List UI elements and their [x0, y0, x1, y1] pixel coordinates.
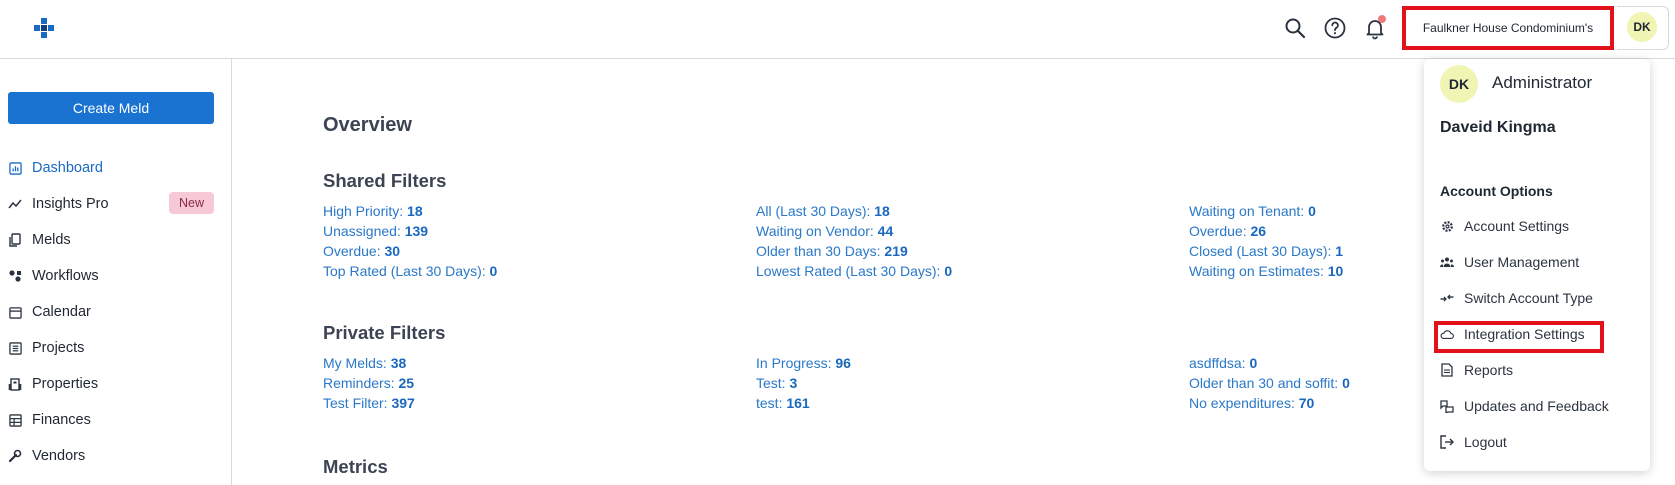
- menu-item-account-settings[interactable]: Account Settings: [1440, 215, 1569, 237]
- menu-item-logout[interactable]: Logout: [1440, 431, 1507, 453]
- feedback-icon: [1440, 399, 1454, 413]
- search-icon[interactable]: [1283, 16, 1307, 40]
- sidebar-item-label: Dashboard: [32, 160, 103, 176]
- sidebar-item-properties[interactable]: Properties: [8, 372, 214, 396]
- filter-link[interactable]: All (Last 30 Days): 18: [756, 203, 890, 219]
- sidebar-item-projects[interactable]: Projects: [8, 336, 214, 360]
- logout-icon: [1440, 435, 1454, 449]
- metrics-heading: Metrics: [323, 456, 388, 477]
- sidebar-item-vendors[interactable]: Vendors: [8, 444, 214, 468]
- new-badge: New: [168, 192, 214, 214]
- filter-link[interactable]: Older than 30 and soffit: 0: [1189, 375, 1350, 391]
- filter-link[interactable]: Top Rated (Last 30 Days): 0: [323, 263, 497, 279]
- properties-icon: [8, 377, 22, 391]
- sidebar-item-label: Finances: [32, 412, 91, 428]
- projects-icon: [8, 341, 22, 355]
- menu-item-label: Reports: [1464, 362, 1514, 378]
- dropdown-avatar: DK: [1440, 65, 1478, 103]
- private-filters-heading: Private Filters: [323, 322, 446, 343]
- users-icon: [1440, 255, 1454, 269]
- account-options-heading: Account Options: [1440, 183, 1553, 199]
- workflows-icon: [8, 269, 22, 283]
- filter-link[interactable]: High Priority: 18: [323, 203, 423, 219]
- filter-link[interactable]: Older than 30 Days: 219: [756, 243, 908, 259]
- dashboard-icon: [8, 161, 22, 175]
- filter-link[interactable]: Overdue: 30: [323, 243, 400, 259]
- menu-item-label: Switch Account Type: [1464, 290, 1593, 306]
- menu-item-label: Updates and Feedback: [1464, 398, 1609, 414]
- user-role: Administrator: [1492, 73, 1593, 92]
- filter-link[interactable]: Closed (Last 30 Days): 1: [1189, 243, 1343, 259]
- account-switcher-button[interactable]: Faulkner House Condominium's: [1402, 6, 1614, 50]
- filter-link[interactable]: test: 161: [756, 395, 810, 411]
- overview-heading: Overview: [323, 114, 412, 136]
- menu-item-label: Logout: [1464, 434, 1507, 450]
- filter-link[interactable]: Test Filter: 397: [323, 395, 415, 411]
- sidebar-item-label: Melds: [32, 232, 71, 248]
- insights-icon: [8, 197, 22, 211]
- sidebar-item-workflows[interactable]: Workflows: [8, 264, 214, 288]
- gear-icon: [1440, 219, 1454, 233]
- sidebar-item-label: Vendors: [32, 448, 86, 464]
- filter-link[interactable]: Overdue: 26: [1189, 223, 1266, 239]
- user-name: Daveid Kingma: [1440, 119, 1556, 136]
- user-avatar[interactable]: DK: [1627, 12, 1657, 42]
- menu-item-updates-and-feedback[interactable]: Updates and Feedback: [1440, 395, 1609, 417]
- filter-link[interactable]: My Melds: 38: [323, 355, 406, 371]
- menu-item-user-management[interactable]: User Management: [1440, 251, 1579, 273]
- filter-link[interactable]: Waiting on Tenant: 0: [1189, 203, 1316, 219]
- sidebar-item-calendar[interactable]: Calendar: [8, 300, 214, 324]
- filter-link[interactable]: No expenditures: 70: [1189, 395, 1314, 411]
- calendar-icon: [8, 305, 22, 319]
- sidebar: Create Meld Dashboard Insights Pro New M…: [0, 59, 232, 485]
- sidebar-item-dashboard[interactable]: Dashboard: [8, 156, 214, 180]
- filter-link[interactable]: Unassigned: 139: [323, 223, 428, 239]
- help-icon[interactable]: [1323, 16, 1347, 40]
- filter-link[interactable]: Waiting on Estimates: 10: [1189, 263, 1343, 279]
- shared-filters-heading: Shared Filters: [323, 170, 447, 191]
- integration-settings-highlight: [1434, 321, 1604, 353]
- melds-icon: [8, 233, 22, 247]
- sidebar-item-insights-pro[interactable]: Insights Pro New: [8, 192, 214, 216]
- document-icon: [1440, 363, 1454, 377]
- sidebar-item-label: Insights Pro: [32, 196, 109, 212]
- menu-item-label: Account Settings: [1464, 218, 1570, 234]
- sidebar-item-melds[interactable]: Melds: [8, 228, 214, 252]
- filter-link[interactable]: Lowest Rated (Last 30 Days): 0: [756, 263, 952, 279]
- filter-link[interactable]: asdffdsa: 0: [1189, 355, 1257, 371]
- sidebar-item-label: Workflows: [32, 268, 99, 284]
- menu-item-label: User Management: [1464, 254, 1580, 270]
- filter-link[interactable]: Test: 3: [756, 375, 797, 391]
- create-meld-button[interactable]: Create Meld: [8, 92, 214, 124]
- sidebar-item-finances[interactable]: Finances: [8, 408, 214, 432]
- top-bar: Faulkner House Condominium's DK: [0, 0, 1675, 59]
- menu-item-switch-account-type[interactable]: Switch Account Type: [1440, 287, 1593, 309]
- finances-icon: [8, 413, 22, 427]
- notification-dot: [1378, 15, 1386, 23]
- logo-icon[interactable]: [33, 17, 55, 39]
- account-name: Faulkner House Condominium's: [1422, 21, 1594, 35]
- filter-link[interactable]: Waiting on Vendor: 44: [756, 223, 893, 239]
- filter-link[interactable]: In Progress: 96: [756, 355, 851, 371]
- switch-icon: [1440, 291, 1454, 305]
- account-dropdown-menu: DK Administrator Daveid Kingma Account O…: [1424, 59, 1650, 471]
- filter-link[interactable]: Reminders: 25: [323, 375, 414, 391]
- sidebar-item-label: Projects: [32, 340, 85, 356]
- vendors-icon: [8, 449, 22, 463]
- menu-item-reports[interactable]: Reports: [1440, 359, 1513, 381]
- sidebar-item-label: Calendar: [32, 304, 91, 320]
- sidebar-item-label: Properties: [32, 376, 99, 392]
